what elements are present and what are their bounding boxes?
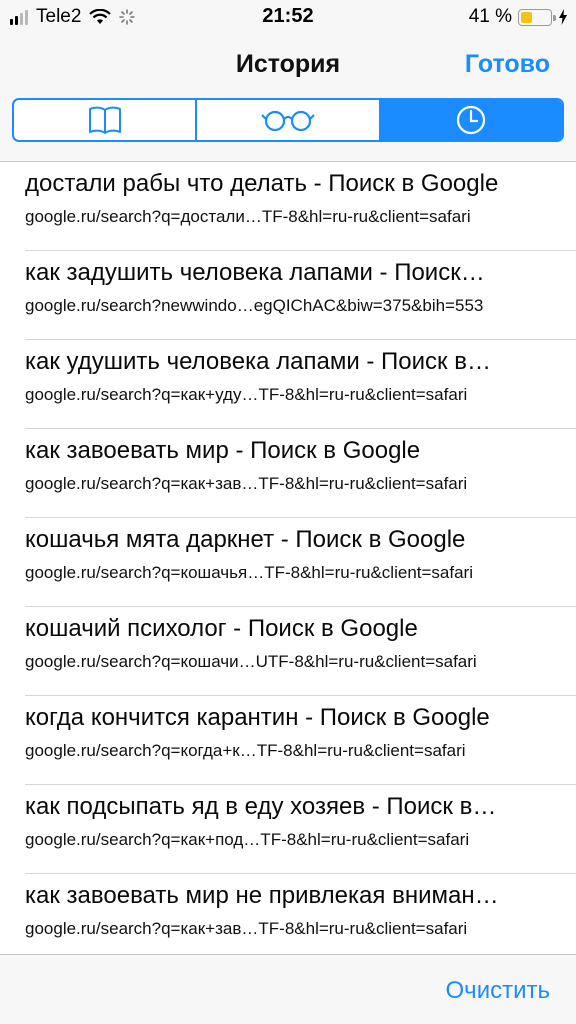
history-item-title: как завоевать мир не привлекая вниман… [25, 882, 499, 909]
tab-bookmarks[interactable] [14, 100, 198, 140]
battery-percent: 41 % [468, 6, 512, 27]
status-right: 41 % [469, 6, 568, 28]
navigation-bar: История Готово [0, 34, 576, 162]
bookmarks-book-icon [88, 106, 121, 134]
history-item-title: когда кончится карантин - Поиск в Google [25, 704, 490, 731]
history-item-title: как завоевать мир - Поиск в Google [25, 437, 421, 464]
history-item-title: кошачья мята даркнет - Поиск в Google [25, 526, 466, 553]
history-row[interactable]: достали рабы что делать - Поиск в Google… [0, 162, 576, 251]
status-bar: Tele2 21:52 41 % [0, 0, 576, 34]
history-item-url: google.ru/search?q=как+под…TF-8&hl=ru-ru… [25, 830, 470, 849]
clear-history-button[interactable]: Очистить [446, 977, 550, 1005]
history-item-title: как подсыпать яд в еду хозяев - Поиск в… [25, 793, 497, 820]
history-item-url: google.ru/search?q=кошачи…UTF-8&hl=ru-ru… [25, 652, 477, 671]
history-item-url: google.ru/search?q=как+уду…TF-8&hl=ru-ru… [25, 385, 468, 404]
done-button[interactable]: Готово [465, 50, 550, 79]
safari-history-screen: Tele2 21:52 41 % История Готово достали … [0, 0, 576, 1024]
history-row[interactable]: как подсыпать яд в еду хозяев - Поиск в…… [0, 785, 576, 874]
history-item-url: google.ru/search?q=как+зав…TF-8&hl=ru-ru… [25, 919, 468, 938]
history-item-title: как задушить человека лапами - Поиск… [25, 259, 485, 286]
history-item-title: как удушить человека лапами - Поиск в… [25, 348, 491, 375]
history-list: достали рабы что делать - Поиск в Google… [0, 162, 576, 954]
history-item-title: достали рабы что делать - Поиск в Google [25, 170, 499, 197]
history-row[interactable]: как удушить человека лапами - Поиск в… go… [0, 340, 576, 429]
reading-list-glasses-icon [261, 110, 315, 132]
history-item-title: кошачий психолог - Поиск в Google [25, 615, 418, 642]
history-row[interactable]: как завоевать мир - Поиск в Google google… [0, 429, 576, 518]
tab-reading-list[interactable] [197, 100, 381, 140]
charging-bolt-icon [559, 9, 567, 25]
bottom-toolbar: Очистить [0, 954, 576, 1024]
history-item-url: google.ru/search?q=достали…TF-8&hl=ru-ru… [25, 207, 471, 226]
history-item-url: google.ru/search?q=когда+к…TF-8&hl=ru-ru… [25, 741, 466, 760]
history-item-url: google.ru/search?newwindo…egQIChAC&biw=3… [25, 296, 484, 315]
segmented-control [12, 98, 564, 142]
history-row[interactable]: как завоевать мир не привлекая вниман… go… [0, 874, 576, 954]
history-row[interactable]: когда кончится карантин - Поиск в Google… [0, 696, 576, 785]
history-row[interactable]: как задушить человека лапами - Поиск… goo… [0, 251, 576, 340]
battery-level [521, 11, 533, 23]
history-row[interactable]: кошачья мята даркнет - Поиск в Google goo… [0, 518, 576, 607]
history-row[interactable]: кошачий психолог - Поиск в Google google.… [0, 607, 576, 696]
history-item-url: google.ru/search?q=кошачья…TF-8&hl=ru-ru… [25, 563, 473, 582]
history-clock-icon [457, 105, 486, 135]
tab-history[interactable] [380, 100, 562, 140]
battery-icon [518, 8, 556, 26]
history-item-url: google.ru/search?q=как+зав…TF-8&hl=ru-ru… [25, 474, 468, 493]
